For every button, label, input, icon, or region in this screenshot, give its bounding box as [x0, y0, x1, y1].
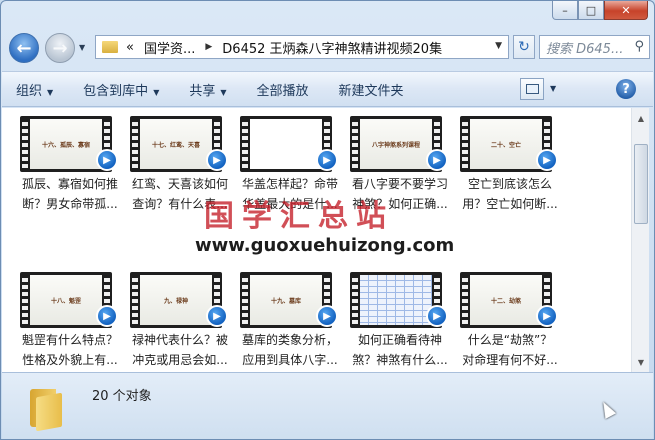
navigation-bar: ← → ▼ « 国学资... ▶ D6452 王炳森八字神煞精讲视频20集 ▼ … [7, 31, 650, 65]
watermark-text: 国学汇总站 [204, 199, 394, 234]
thumbnail-frame: 十九、墓库 [250, 275, 322, 325]
thumbnail-frame [360, 275, 432, 325]
thumbnail-frame: 八字神煞系列课程 [360, 119, 432, 169]
refresh-button[interactable]: ↻ [513, 35, 535, 59]
media-player-icon: ▶ [96, 149, 118, 171]
file-name-line: 断？男女命带孤... [22, 197, 118, 211]
breadcrumb-segment[interactable]: 国学资... [144, 38, 195, 57]
file-name-line: 冲克或用忌会如... [132, 353, 228, 367]
caption-buttons: – □ ✕ [552, 1, 648, 20]
thumbnail-frame: 十七、红鸾、天喜 [140, 119, 212, 169]
media-player-icon: ▶ [206, 149, 228, 171]
file-name-line: 空亡到底该怎么 [467, 177, 552, 191]
file-name-line: 煞？神煞有什么... [352, 353, 448, 367]
thumbnail-frame: 九、禄神 [140, 275, 212, 325]
file-name: 禄神代表什么？被 冲克或用忌会如... [126, 330, 234, 370]
toolbar-include-in-library[interactable]: 包含到库中 ▼ [83, 80, 159, 99]
refresh-icon: ↻ [518, 39, 530, 55]
view-icon [525, 84, 539, 94]
media-player-icon: ▶ [316, 149, 338, 171]
thumbnail-frame [250, 119, 322, 169]
forward-button[interactable]: → [45, 33, 75, 63]
media-player-icon: ▶ [536, 305, 558, 327]
chevron-down-icon: ▼ [153, 87, 160, 97]
toolbar-organize[interactable]: 组织 ▼ [16, 80, 53, 99]
explorer-window: – □ ✕ ← → ▼ « 国学资... ▶ D6452 王炳森八字神煞精讲视频… [0, 0, 655, 440]
chevron-down-icon: ▼ [220, 87, 227, 97]
back-button[interactable]: ← [9, 33, 39, 63]
file-name: 如何正确看待神 煞？神煞有什么... [346, 330, 454, 370]
file-name-line: 魁罡有什么特点？ [21, 333, 118, 347]
search-icon: ⚲ [634, 39, 644, 54]
file-name-line: 对命理有何不好... [462, 353, 558, 367]
file-name: 什么是“劫煞”？ 对命理有何不好... [456, 330, 564, 370]
arrow-left-icon: ← [16, 37, 32, 59]
search-placeholder: 搜索 D645... [546, 41, 624, 57]
toolbar-play-all[interactable]: 全部播放 [257, 80, 309, 99]
scroll-up-icon[interactable]: ▲ [634, 111, 648, 125]
toolbar-share[interactable]: 共享 ▼ [189, 80, 226, 99]
thumbnail-frame: 十六、孤辰、寡宿 [30, 119, 102, 169]
file-name-line: 性格及外貌上有... [22, 353, 118, 367]
file-name: 孤辰、寡宿如何推 断？男女命带孤... [16, 174, 124, 214]
thumbnail-frame: 十八、魁罡 [30, 275, 102, 325]
media-player-icon: ▶ [426, 305, 448, 327]
media-player-icon: ▶ [316, 305, 338, 327]
media-player-icon: ▶ [426, 149, 448, 171]
breadcrumb-separator-icon[interactable]: ▶ [205, 42, 212, 52]
file-name-line: 如何正确看待神 [357, 333, 442, 347]
address-bar[interactable]: « 国学资... ▶ D6452 王炳森八字神煞精讲视频20集 ▼ [95, 35, 509, 59]
media-player-icon: ▶ [96, 305, 118, 327]
file-name-line: 应用到具体八字... [242, 353, 338, 367]
scroll-thumb[interactable] [634, 144, 648, 224]
scroll-down-icon[interactable]: ▼ [634, 355, 648, 369]
file-name-line: 禄神代表什么？被 [131, 333, 228, 347]
breadcrumb-segment[interactable]: D6452 王炳森八字神煞精讲视频20集 [222, 38, 442, 57]
help-button[interactable]: ? [616, 79, 636, 99]
file-name-line: 孤辰、寡宿如何推 [21, 177, 118, 191]
file-name-line: 什么是“劫煞”？ [467, 333, 553, 347]
toolbar-new-folder[interactable]: 新建文件夹 [339, 80, 404, 99]
thumbnail-frame: 二十、空亡 [470, 119, 542, 169]
file-name-line: 用？空亡如何断... [462, 197, 558, 211]
media-player-icon: ▶ [536, 149, 558, 171]
maximize-button[interactable]: □ [578, 1, 604, 20]
item-count: 20 个对象 [92, 389, 152, 404]
change-view-button[interactable] [520, 78, 544, 100]
details-pane: 20 个对象 [2, 372, 653, 439]
file-name: 墓库的类象分析， 应用到具体八字... [236, 330, 344, 370]
view-options-dropdown[interactable]: ▼ [550, 84, 556, 93]
address-overflow[interactable]: « [126, 40, 134, 55]
file-name: 魁罡有什么特点？ 性格及外貌上有... [16, 330, 124, 370]
address-history-dropdown[interactable]: ▼ [495, 41, 502, 51]
file-name: 空亡到底该怎么 用？空亡如何断... [456, 174, 564, 214]
minimize-button[interactable]: – [552, 1, 578, 20]
vertical-scrollbar[interactable]: ▲ ▼ [631, 108, 649, 372]
recent-pages-dropdown[interactable]: ▼ [79, 43, 85, 52]
folder-icon [102, 41, 118, 53]
close-button[interactable]: ✕ [604, 1, 648, 20]
arrow-right-icon: → [52, 37, 68, 59]
chevron-down-icon: ▼ [47, 87, 54, 97]
search-input[interactable]: 搜索 D645... ⚲ [539, 35, 650, 59]
watermark-url: www.guoxuehuizong.com [195, 235, 455, 256]
folder-icon [28, 385, 68, 432]
file-name-line: 墓库的类象分析， [241, 333, 338, 347]
thumbnail-frame: 十二、劫煞 [470, 275, 542, 325]
command-bar: 组织 ▼ 包含到库中 ▼ 共享 ▼ 全部播放 新建文件夹 ▼ ? [2, 71, 653, 107]
media-player-icon: ▶ [206, 305, 228, 327]
